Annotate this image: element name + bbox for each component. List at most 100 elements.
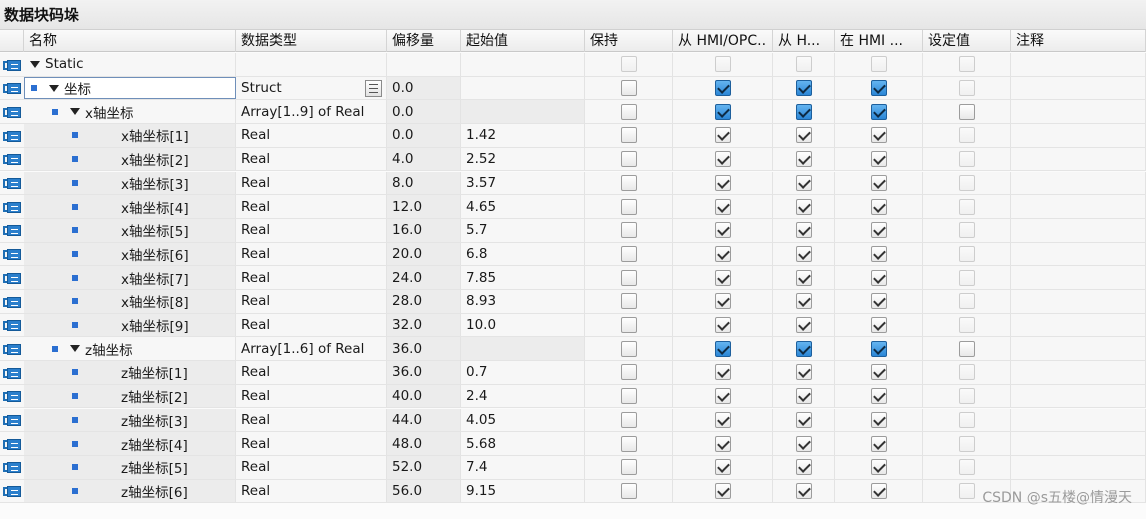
start-value-cell[interactable]: 4.65 [461,195,585,218]
type-cell[interactable]: Real [236,408,387,432]
hmi-in-checkbox[interactable] [870,151,887,168]
setpoint-checkbox[interactable] [958,222,975,239]
hmi-h-checkbox[interactable] [795,222,812,239]
type-cell[interactable]: Real [236,218,387,242]
setpoint-checkbox[interactable] [958,245,975,262]
retain-checkbox[interactable] [620,293,637,310]
table-row[interactable]: x轴坐标[2] Real 4.0 2.52 [0,147,1146,172]
collapse-arrow-icon[interactable] [70,345,80,353]
name-cell[interactable]: x轴坐标[9] [24,313,236,337]
setpoint-checkbox[interactable] [958,388,975,405]
retain-checkbox[interactable] [620,435,637,452]
collapse-arrow-icon[interactable] [49,84,59,92]
hmi-opc-checkbox[interactable] [714,411,731,428]
hmi-opc-checkbox[interactable] [714,293,731,310]
hmi-in-checkbox[interactable] [870,198,887,215]
start-value-cell[interactable]: 6.8 [461,242,585,266]
comment-cell[interactable] [1011,432,1146,455]
name-cell[interactable]: x轴坐标[4] [24,195,236,218]
setpoint-checkbox[interactable] [958,80,975,97]
setpoint-checkbox[interactable] [958,127,975,144]
retain-checkbox[interactable] [620,222,637,239]
comment-cell[interactable] [1011,313,1146,337]
hmi-opc-checkbox[interactable] [714,56,731,73]
header-setpoint[interactable]: 设定值 [923,30,1011,52]
type-cell[interactable]: Real [236,361,387,384]
hmi-opc-checkbox[interactable] [714,127,731,144]
start-value-cell[interactable]: 5.68 [461,432,585,455]
header-hmi-h[interactable]: 从 H... [773,30,835,52]
type-cell[interactable]: Real [236,266,387,289]
table-row[interactable]: z轴坐标 Array[1..6] of Real 36.0 [0,337,1146,362]
hmi-in-checkbox[interactable] [870,364,887,381]
name-cell[interactable]: x轴坐标[8] [24,290,236,313]
hmi-opc-checkbox[interactable] [714,388,731,405]
retain-checkbox[interactable] [620,198,637,215]
hmi-opc-checkbox[interactable] [714,482,731,499]
type-cell[interactable]: Real [236,290,387,313]
hmi-h-checkbox[interactable] [795,482,812,499]
name-cell[interactable]: x轴坐标[5] [24,218,236,242]
hmi-opc-checkbox[interactable] [714,103,731,120]
comment-cell[interactable] [1011,147,1146,171]
hmi-opc-checkbox[interactable] [714,80,731,97]
hmi-h-checkbox[interactable] [795,293,812,310]
header-offset[interactable]: 偏移量 [387,30,461,52]
start-value-cell[interactable]: 3.57 [461,171,585,195]
name-cell[interactable]: x轴坐标 [24,100,236,124]
name-cell[interactable]: 坐标 [24,76,236,100]
hmi-opc-checkbox[interactable] [714,340,731,357]
retain-checkbox[interactable] [620,340,637,357]
retain-checkbox[interactable] [620,80,637,97]
start-value-cell[interactable] [461,337,585,361]
name-cell[interactable]: x轴坐标[3] [24,171,236,195]
hmi-in-checkbox[interactable] [870,269,887,286]
hmi-h-checkbox[interactable] [795,459,812,476]
start-value-cell[interactable]: 9.15 [461,479,585,503]
type-cell[interactable]: Real [236,455,387,479]
name-cell[interactable]: z轴坐标[2] [24,384,236,408]
comment-cell[interactable] [1011,408,1146,432]
hmi-in-checkbox[interactable] [870,482,887,499]
retain-checkbox[interactable] [620,317,637,334]
start-value-cell[interactable]: 8.93 [461,290,585,313]
setpoint-checkbox[interactable] [958,317,975,334]
retain-checkbox[interactable] [620,127,637,144]
table-row[interactable]: x轴坐标 Array[1..9] of Real 0.0 [0,100,1146,125]
retain-checkbox[interactable] [620,388,637,405]
hmi-in-checkbox[interactable] [870,435,887,452]
comment-cell[interactable] [1011,124,1146,147]
retain-checkbox[interactable] [620,245,637,262]
hmi-in-checkbox[interactable] [870,222,887,239]
hmi-in-checkbox[interactable] [870,459,887,476]
hmi-h-checkbox[interactable] [795,411,812,428]
table-row[interactable]: x轴坐标[9] Real 32.0 10.0 [0,313,1146,338]
type-cell[interactable]: Real [236,195,387,218]
type-cell[interactable]: Real [236,147,387,171]
start-value-cell[interactable] [461,53,585,76]
hmi-h-checkbox[interactable] [795,388,812,405]
type-cell[interactable]: Array[1..9] of Real [236,100,387,124]
type-cell[interactable]: Real [236,242,387,266]
retain-checkbox[interactable] [620,364,637,381]
setpoint-checkbox[interactable] [958,103,975,120]
hmi-opc-checkbox[interactable] [714,269,731,286]
hmi-h-checkbox[interactable] [795,364,812,381]
comment-cell[interactable] [1011,76,1146,100]
hmi-opc-checkbox[interactable] [714,198,731,215]
type-picker-button[interactable] [365,79,382,97]
table-row[interactable]: Static [0,53,1146,77]
start-value-cell[interactable]: 2.52 [461,147,585,171]
retain-checkbox[interactable] [620,151,637,168]
setpoint-checkbox[interactable] [958,411,975,428]
hmi-h-checkbox[interactable] [795,151,812,168]
comment-cell[interactable] [1011,171,1146,195]
hmi-h-checkbox[interactable] [795,103,812,120]
header-start-value[interactable]: 起始值 [461,30,585,52]
table-row[interactable]: z轴坐标[1] Real 36.0 0.7 [0,361,1146,385]
hmi-in-checkbox[interactable] [870,411,887,428]
hmi-opc-checkbox[interactable] [714,222,731,239]
hmi-h-checkbox[interactable] [795,317,812,334]
table-row[interactable]: x轴坐标[6] Real 20.0 6.8 [0,242,1146,267]
setpoint-checkbox[interactable] [958,269,975,286]
